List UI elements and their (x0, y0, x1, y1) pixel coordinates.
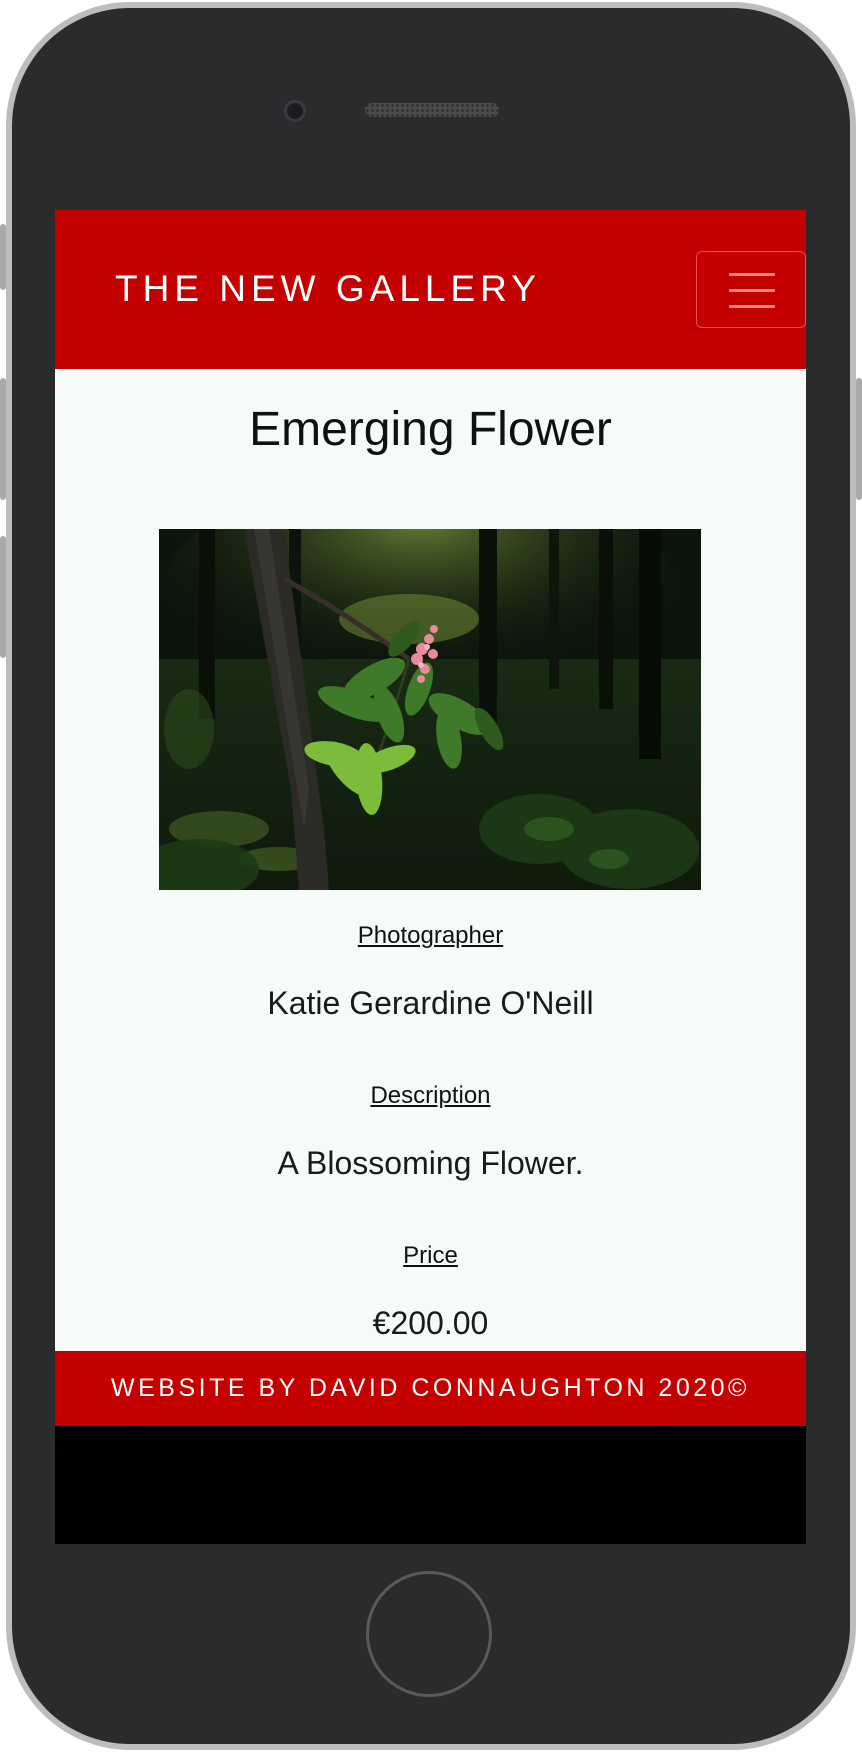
home-button[interactable] (366, 1571, 492, 1697)
footer: WEBSITE BY DAVID CONNAUGHTON 2020© (55, 1351, 806, 1426)
artwork-title: Emerging Flower (249, 403, 612, 456)
photographer-name: Katie Gerardine O'Neill (267, 985, 594, 1021)
front-camera (284, 100, 306, 122)
power-button (856, 378, 862, 500)
phone-screen: THE NEW GALLERY Emerging Flower Photogra… (55, 210, 806, 1544)
volume-up-button (0, 378, 6, 500)
earpiece-speaker (365, 103, 499, 117)
mute-switch (0, 224, 6, 290)
description-text: A Blossoming Flower. (277, 1145, 584, 1181)
menu-toggle-button[interactable] (696, 251, 806, 328)
artwork-detail: Emerging Flower Photographer Katie Gerar… (55, 369, 806, 1351)
brand-logo-link[interactable]: THE NEW GALLERY (115, 270, 541, 307)
photographer-label: Photographer (357, 922, 504, 949)
volume-down-button (0, 536, 6, 658)
artwork-image (159, 529, 701, 890)
price-label: Price (403, 1242, 458, 1269)
navbar: THE NEW GALLERY (55, 210, 806, 369)
footer-credit: WEBSITE BY DAVID CONNAUGHTON 2020© (111, 1374, 750, 1402)
description-label: Description (370, 1082, 491, 1109)
price-value: €200.00 (372, 1305, 489, 1341)
